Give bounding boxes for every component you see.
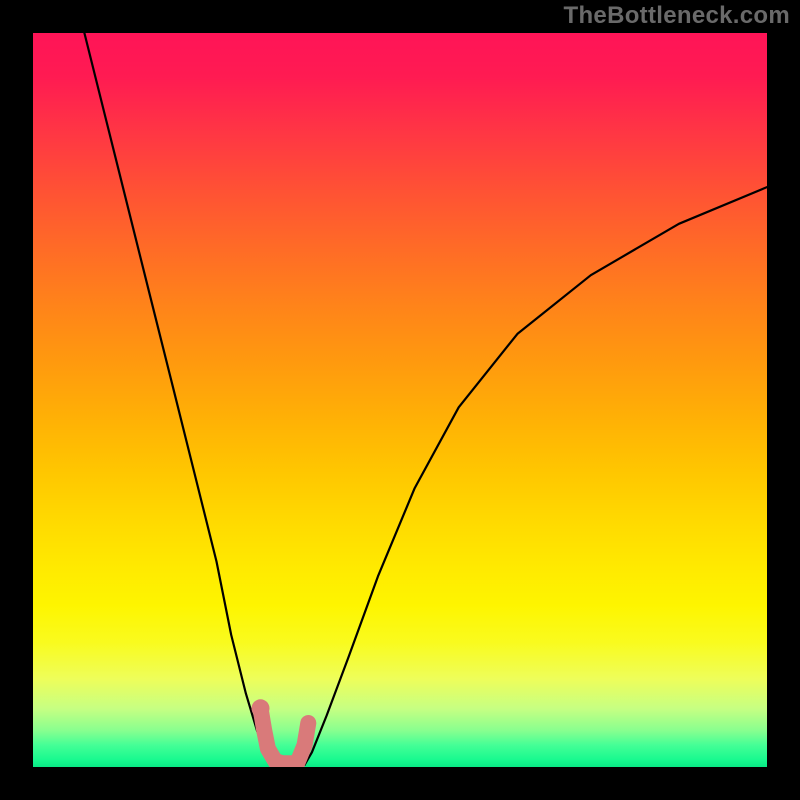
plot-area (33, 33, 767, 767)
curve-left-branch (84, 33, 275, 765)
watermark-label: TheBottleneck.com (564, 2, 790, 30)
highlight-top-dot (252, 699, 270, 717)
curve-right-branch (305, 187, 767, 765)
highlight-segment (261, 708, 309, 763)
curve-layer (33, 33, 767, 767)
chart-frame: TheBottleneck.com (0, 0, 800, 800)
